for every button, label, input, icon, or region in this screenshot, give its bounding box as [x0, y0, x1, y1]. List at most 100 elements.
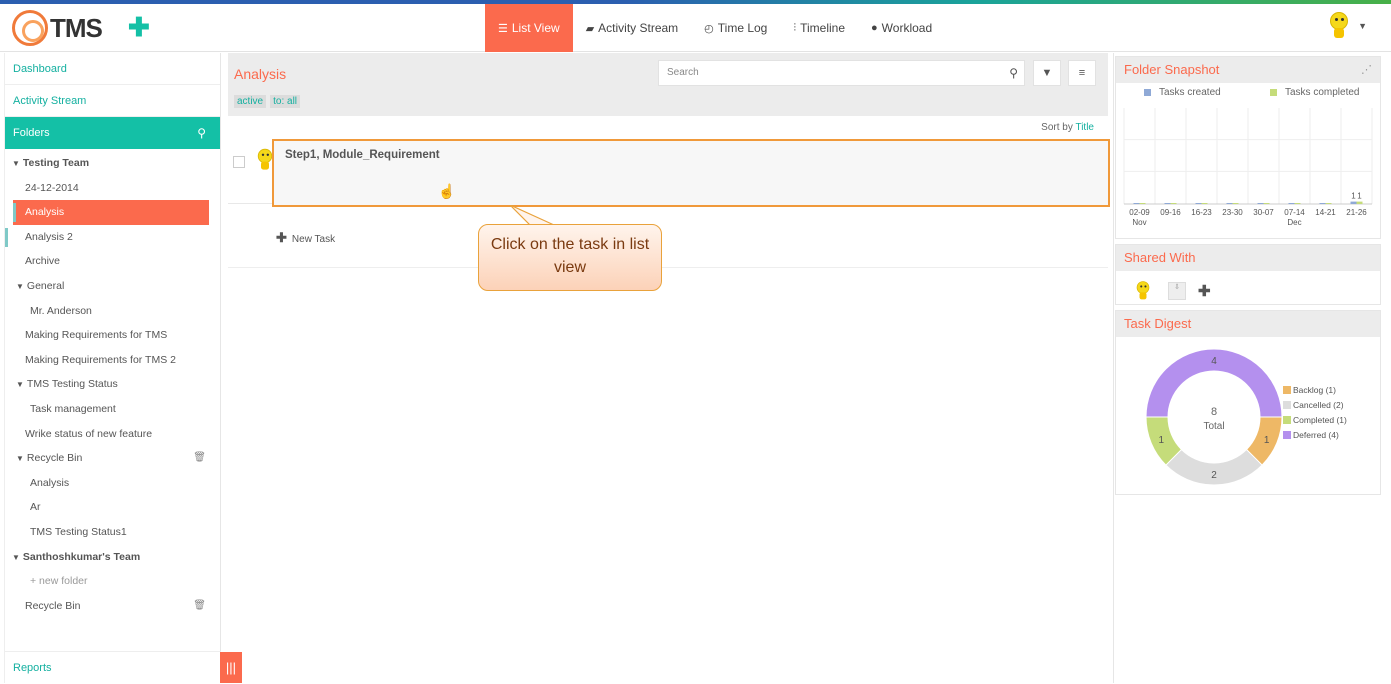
filter-chips: active to: all	[234, 95, 301, 108]
task-checkbox[interactable]	[233, 156, 245, 168]
chip-assignee[interactable]: to: all	[270, 95, 301, 108]
task-digest-panel: Task Digest 4 1 2 1 8 Total Backlog (1) Cance…	[1115, 310, 1381, 495]
tab-list-view[interactable]: ☰ List View	[485, 4, 573, 52]
tab-timeline[interactable]: ⫶ Timeline	[780, 4, 858, 52]
chart-bar	[1195, 203, 1202, 204]
folders-header[interactable]: Folders ⚲	[5, 117, 220, 149]
tms-logo[interactable]: TMS	[12, 10, 103, 46]
tree-item-making-requirements-2[interactable]: Making Requirements for TMS 2	[5, 348, 220, 373]
chart-bar	[1325, 203, 1332, 204]
avatar[interactable]	[1134, 281, 1152, 301]
legend-swatch	[1144, 89, 1151, 96]
tree-item-tms-testing-status[interactable]: ▼ TMS Testing Status	[5, 372, 220, 397]
legend-deferred: Deferred (4)	[1283, 430, 1339, 440]
task-item-highlight[interactable]: Step1, Module_Requirement ☝	[272, 139, 1110, 207]
tab-label: Activity Stream	[598, 21, 679, 35]
filter-icon: ▼	[1041, 67, 1053, 79]
sort-value[interactable]: Title	[1075, 122, 1094, 133]
slice-value-label: 2	[1211, 470, 1217, 481]
tutorial-callout: Click on the task in list view	[478, 224, 662, 291]
logo-icon	[12, 10, 48, 46]
trash-icon[interactable]: 🗑	[193, 446, 206, 471]
legend-backlog: Backlog (1)	[1283, 385, 1336, 395]
tree-item-task-management[interactable]: Task management	[5, 397, 220, 422]
list-header: Analysis active to: all Search ⚲ ▼ ≡	[228, 53, 1108, 116]
tab-activity-stream[interactable]: ▰ Activity Stream	[573, 4, 691, 52]
tick-label: 21-26	[1346, 208, 1367, 217]
chevron-down-icon: ▼	[1358, 21, 1367, 31]
search-placeholder: Search	[667, 67, 699, 78]
caret-down-icon: ▼	[12, 159, 20, 168]
hand-cursor-icon: ☝	[438, 183, 456, 199]
create-plus-button[interactable]: ✚	[128, 14, 150, 40]
chart-bar	[1263, 203, 1270, 204]
caret-down-icon: ▼	[12, 552, 20, 562]
add-share-button[interactable]: ✚	[1198, 282, 1211, 300]
task-title[interactable]: Step1, Module_Requirement	[285, 149, 440, 161]
filter-button[interactable]: ▼	[1033, 60, 1061, 86]
tree-item-24-12-2014[interactable]: 24-12-2014	[5, 176, 220, 201]
sidebar-item-reports[interactable]: Reports	[5, 651, 221, 683]
tree-item-wrike-status[interactable]: Wrike status of new feature	[5, 422, 220, 447]
chart-bar	[1226, 203, 1233, 204]
tree-item-analysis-2[interactable]: Analysis 2	[5, 225, 220, 250]
tree-item-recycle-bin[interactable]: ▼ Recycle Bin 🗑	[5, 446, 220, 471]
chart-bar	[1232, 203, 1239, 204]
search-icon[interactable]: ⚲	[197, 117, 206, 149]
clock-icon: ◴	[704, 22, 714, 35]
logo-text: TMS	[50, 12, 103, 43]
rss-icon[interactable]: ⋰	[1361, 57, 1372, 83]
chart-bar	[1201, 203, 1208, 204]
tree-item-recycle-tms-testing-status1[interactable]: TMS Testing Status1	[5, 520, 220, 545]
panel-title: Shared With	[1116, 245, 1380, 271]
divider	[228, 267, 1108, 268]
tick-label: 09-16	[1160, 208, 1181, 217]
tree-item-archive[interactable]: Archive	[5, 249, 220, 274]
tree-item-recycle-analysis[interactable]: Analysis	[5, 471, 220, 496]
search-input[interactable]: Search ⚲	[658, 60, 1025, 86]
sidebar-item-activity-stream[interactable]: Activity Stream	[5, 85, 220, 117]
snapshot-chart: 02-09Nov 09-16 16-23 23-30 30-07 07-14Dec 14-2…	[1123, 108, 1373, 227]
tab-workload[interactable]: ● Workload	[858, 4, 945, 52]
tick-label: 30-07	[1253, 208, 1274, 217]
tree-item-analysis-selected[interactable]: Analysis	[13, 200, 209, 225]
table-row[interactable]: Step1, Module_Requirement ☝	[228, 138, 1110, 207]
sidebar: Dashboard Activity Stream Folders ⚲ ▼ Tes…	[4, 53, 221, 683]
tree-item-general[interactable]: ▼ General	[5, 274, 220, 299]
donut-total-label: Total	[1203, 421, 1224, 432]
sort-by[interactable]: Sort by Title	[1041, 122, 1094, 133]
tree-item-making-requirements[interactable]: Making Requirements for TMS	[5, 323, 220, 348]
caret-down-icon: ▼	[16, 454, 24, 464]
sidebar-item-dashboard[interactable]: Dashboard	[5, 53, 220, 85]
user-menu[interactable]: ▼	[1326, 12, 1367, 40]
legend-tasks-completed: Tasks completed	[1270, 87, 1359, 98]
trash-icon[interactable]: 🗑	[193, 594, 206, 619]
panel-title: Folder Snapshot ⋰	[1116, 57, 1380, 83]
menu-button[interactable]: ≡	[1068, 60, 1096, 86]
caret-down-icon: ▼	[16, 380, 24, 390]
new-task-button[interactable]: ✚ New Task	[276, 230, 335, 246]
chart-bar	[1164, 203, 1171, 204]
tree-item-team-recycle-bin[interactable]: Recycle Bin 🗑	[5, 594, 220, 619]
menu-icon: ≡	[1078, 67, 1086, 79]
chart-bar	[1139, 203, 1146, 204]
tick-label: 14-21	[1315, 208, 1336, 217]
tick-sublabel: Nov	[1132, 218, 1146, 227]
tab-time-log[interactable]: ◴ Time Log	[691, 4, 780, 52]
group-avatar-icon[interactable]: ⇩	[1168, 282, 1186, 300]
shared-users: ⇩ ✚	[1130, 277, 1211, 305]
user-icon: ●	[871, 22, 878, 34]
legend-completed: Completed (1)	[1283, 415, 1347, 425]
tree-item-santhoshkumar-team[interactable]: ▼ Santhoshkumar's Team	[5, 545, 220, 570]
comment-icon: ▰	[585, 22, 595, 35]
chip-status[interactable]: active	[234, 95, 267, 108]
tree-item-recycle-ar[interactable]: Ar	[5, 495, 220, 520]
tree-item-mr-anderson[interactable]: Mr. Anderson	[5, 299, 220, 324]
legend-swatch	[1283, 416, 1291, 424]
tree-item-testing-team[interactable]: ▼ Testing Team	[5, 151, 220, 176]
search-icon[interactable]: ⚲	[1009, 61, 1018, 85]
chart-bar	[1356, 201, 1363, 204]
new-folder-link[interactable]: + new folder	[5, 569, 220, 594]
tab-label: Timeline	[800, 21, 846, 35]
chart-bar	[1288, 203, 1295, 204]
